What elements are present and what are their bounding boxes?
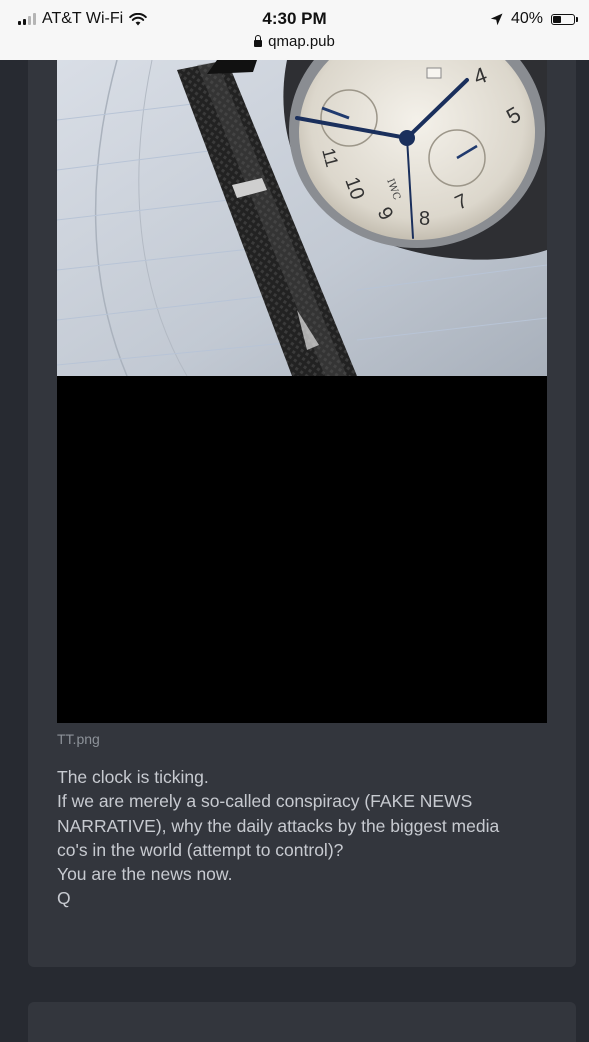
status-row: AT&T Wi-Fi 4:30 PM 40%	[0, 8, 589, 32]
carrier-label: AT&T Wi-Fi	[42, 10, 124, 27]
svg-text:8: 8	[419, 208, 430, 230]
post-line: The clock is ticking.	[57, 767, 209, 787]
url-text: qmap.pub	[268, 33, 335, 50]
photo-illustration: 4 5 7 8 9 10 11 IWC	[57, 60, 547, 376]
watch-and-pen-photo: 4 5 7 8 9 10 11 IWC	[57, 60, 547, 376]
post-line: You are the news now.	[57, 864, 233, 885]
right-status-group: 40%	[490, 10, 578, 28]
post-signature: Q	[57, 888, 71, 909]
battery-percent: 40%	[510, 10, 543, 27]
post-line: NARRATIVE), why the daily attacks by the…	[57, 815, 500, 836]
lock-icon	[254, 35, 263, 47]
post-body: The clock is ticking. If we are merely a…	[57, 765, 557, 911]
next-post-card	[28, 1002, 576, 1042]
image-filename[interactable]: TT.png	[57, 731, 100, 747]
cellular-signal-icon	[18, 13, 36, 25]
wifi-icon	[129, 12, 147, 25]
post-card: 4 5 7 8 9 10 11 IWC TT.png The clock is …	[28, 60, 576, 967]
location-arrow-icon	[490, 13, 503, 25]
post-line: co's in the world (attempt to control)?	[57, 839, 344, 860]
post-line: If we are merely a so-called conspiracy …	[57, 791, 473, 812]
post-image[interactable]: 4 5 7 8 9 10 11 IWC	[57, 60, 547, 723]
carrier-group: AT&T Wi-Fi	[18, 10, 147, 28]
battery-icon	[551, 13, 578, 25]
battery-fill	[553, 15, 561, 23]
address-bar[interactable]: qmap.pub	[0, 33, 589, 50]
status-bar: AT&T Wi-Fi 4:30 PM 40% qmap.pub	[0, 0, 589, 60]
